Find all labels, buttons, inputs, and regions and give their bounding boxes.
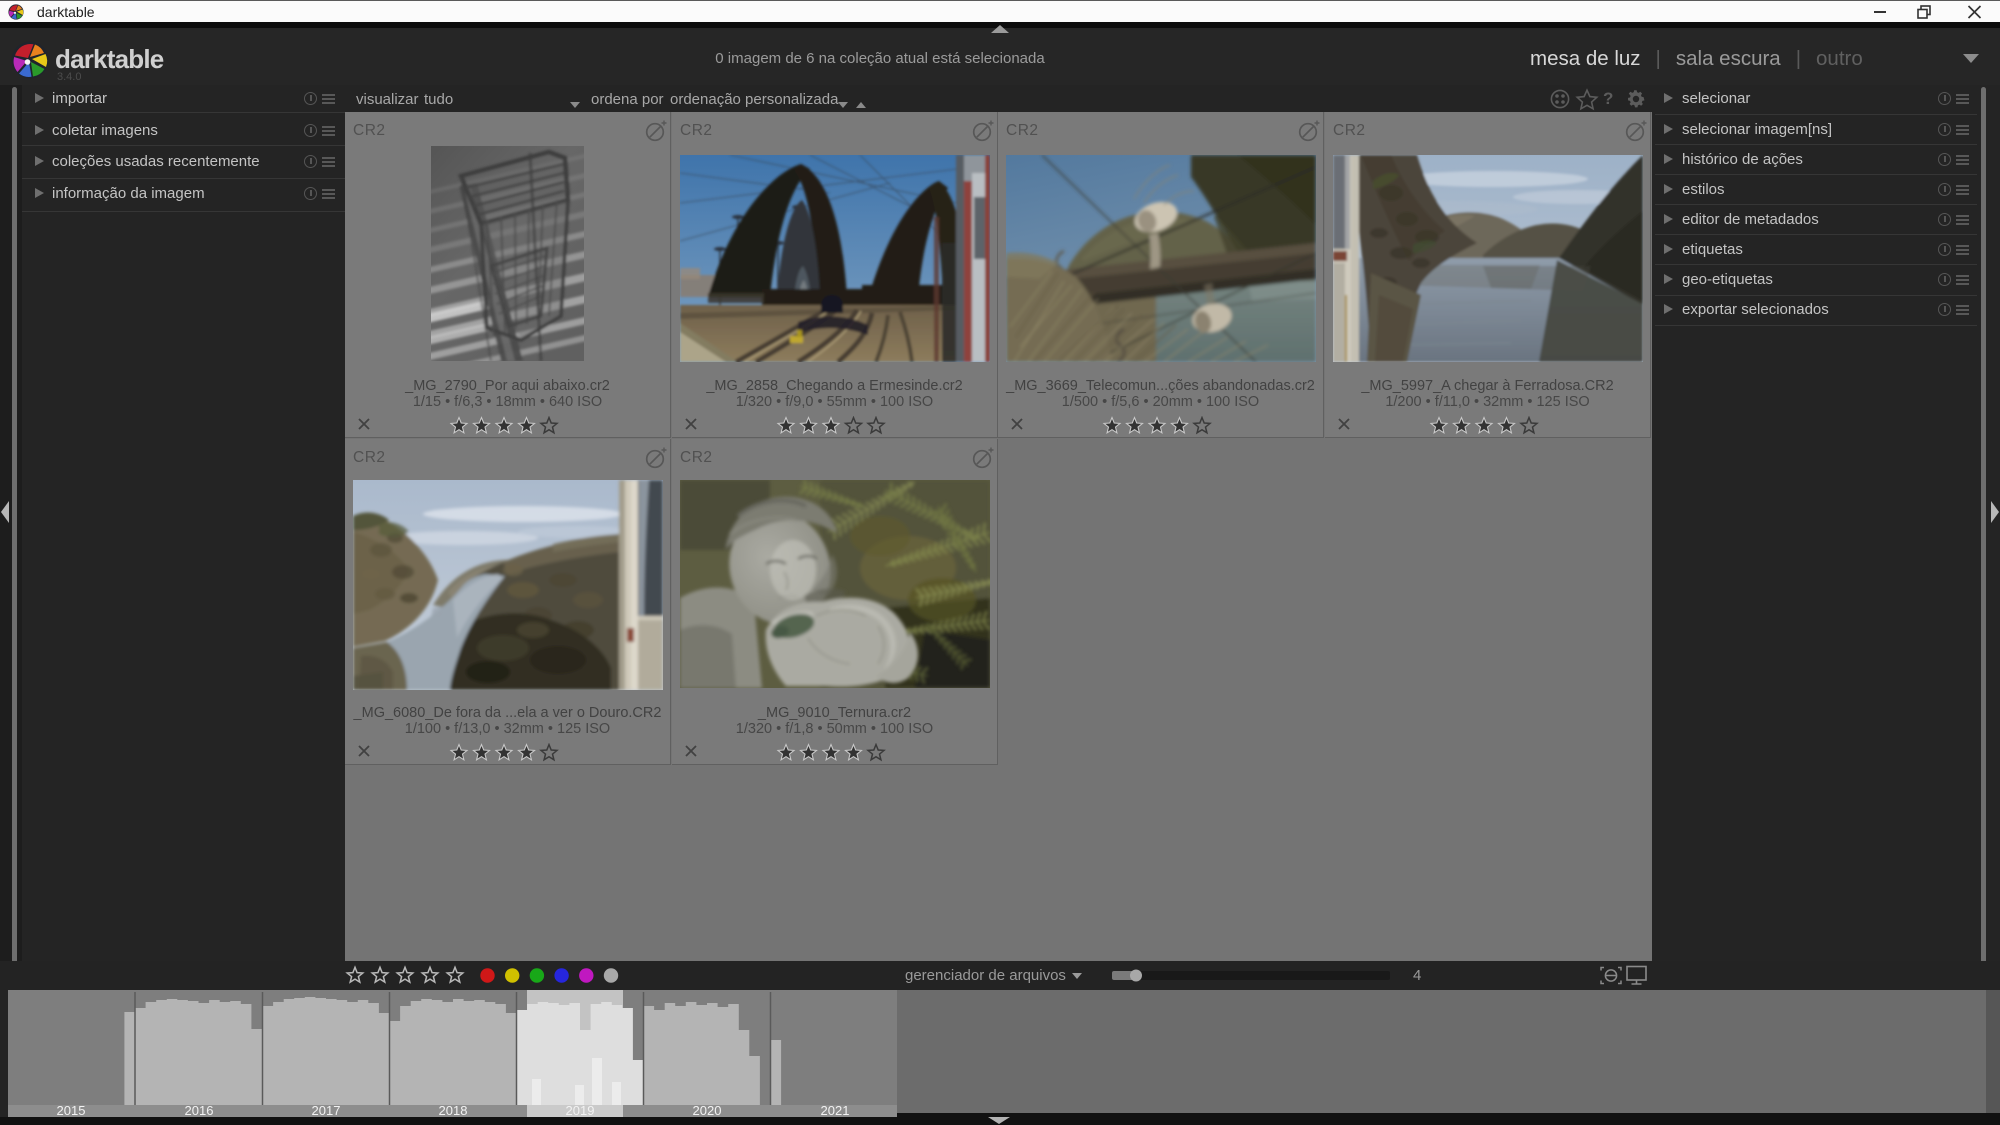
svg-text:2020: 2020 [693, 1103, 722, 1118]
svg-text:2017: 2017 [312, 1103, 341, 1118]
svg-text:2019: 2019 [566, 1103, 595, 1118]
svg-text:2015: 2015 [57, 1103, 86, 1118]
svg-text:2016: 2016 [185, 1103, 214, 1118]
svg-text:2018: 2018 [439, 1103, 468, 1118]
svg-text:2021: 2021 [821, 1103, 850, 1118]
